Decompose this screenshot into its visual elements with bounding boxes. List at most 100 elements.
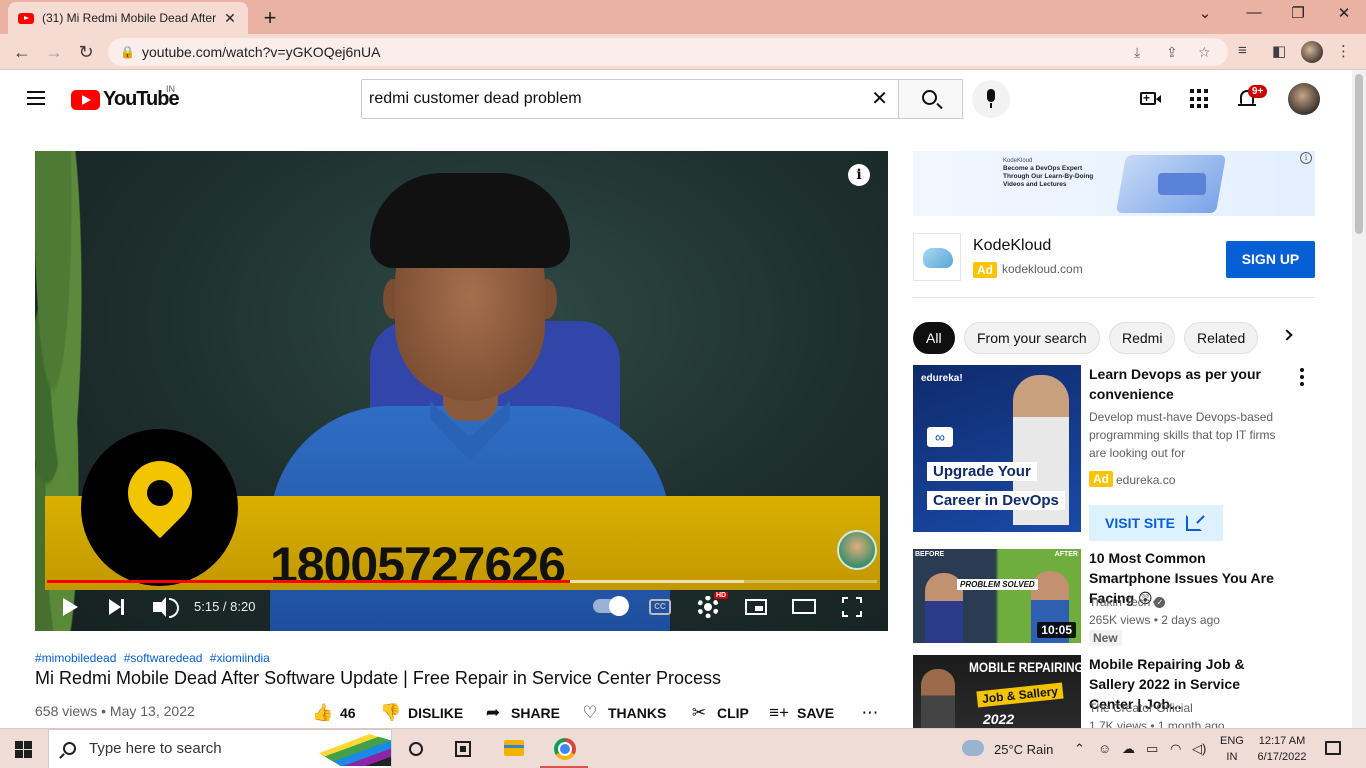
weather-rain-icon[interactable] bbox=[962, 740, 984, 756]
file-explorer-icon[interactable] bbox=[504, 740, 524, 756]
people-icon[interactable]: ☺ bbox=[1098, 741, 1111, 756]
apps-grid-icon[interactable] bbox=[1188, 87, 1212, 111]
lock-icon[interactable]: 🔒 bbox=[120, 38, 135, 66]
chrome-profile-avatar[interactable] bbox=[1301, 41, 1323, 63]
clock-time: 12:17 AM bbox=[1258, 735, 1306, 747]
sign-up-button[interactable]: SIGN UP bbox=[1226, 241, 1315, 278]
hashtag-link[interactable]: #mimobiledead bbox=[35, 651, 116, 665]
chip-related[interactable]: Related bbox=[1184, 322, 1259, 354]
wifi-icon[interactable]: ◠ bbox=[1170, 741, 1181, 757]
tab-close-icon[interactable]: ✕ bbox=[222, 10, 238, 27]
play-button[interactable] bbox=[63, 598, 78, 616]
minimize-button[interactable]: — bbox=[1240, 4, 1268, 21]
dislike-button[interactable]: 👎 DISLIKE bbox=[380, 703, 463, 723]
like-button[interactable]: 👍 46 bbox=[312, 703, 356, 723]
advertiser-name[interactable]: KodeKloud bbox=[973, 237, 1051, 255]
browser-tab-youtube[interactable]: (31) Mi Redmi Mobile Dead After ✕ bbox=[8, 2, 248, 34]
chip-from-your-search[interactable]: From your search bbox=[964, 322, 1100, 354]
thumbs-up-icon: 👍 bbox=[312, 703, 334, 722]
rec-title[interactable]: Learn Devops as per your convenience bbox=[1089, 364, 1279, 404]
theater-mode-button[interactable] bbox=[792, 599, 816, 614]
hamburger-menu-icon[interactable] bbox=[27, 91, 45, 105]
share-button[interactable]: ➦ SHARE bbox=[483, 703, 560, 723]
media-control-icon[interactable]: ≡ bbox=[1238, 42, 1247, 59]
back-button[interactable]: ← bbox=[10, 40, 34, 64]
advertiser-logo[interactable] bbox=[913, 233, 961, 281]
settings-gear-icon[interactable] bbox=[697, 596, 719, 618]
fullscreen-button[interactable] bbox=[842, 597, 862, 617]
windows-start-icon[interactable] bbox=[15, 741, 32, 758]
search-icon bbox=[922, 90, 937, 105]
presenter-hair bbox=[370, 173, 570, 268]
youtube-logo[interactable]: YouTube IN bbox=[71, 84, 180, 111]
youtube-account-avatar[interactable] bbox=[1288, 83, 1320, 115]
scissors-icon: ✂ bbox=[691, 703, 707, 722]
channel-name[interactable]: The Creator Official bbox=[1089, 701, 1193, 715]
thanks-button[interactable]: ♡ THANKS bbox=[580, 703, 666, 723]
rec-thumbnail[interactable]: edureka! ∞ Upgrade Your Career in DevOps bbox=[913, 365, 1081, 532]
taskbar-search-input[interactable]: Type here to search bbox=[48, 729, 392, 768]
rec-thumbnail[interactable]: BEFORE AFTER PROBLEM SOLVED 10:05 bbox=[913, 549, 1081, 643]
like-count: 46 bbox=[340, 705, 356, 721]
microphone-icon bbox=[987, 89, 995, 108]
clear-search-icon[interactable]: ✕ bbox=[871, 80, 888, 118]
forward-button[interactable]: → bbox=[42, 40, 66, 64]
search-button[interactable] bbox=[899, 79, 963, 119]
search-input[interactable]: redmi customer dead problem ✕ bbox=[361, 79, 899, 119]
rec-thumbnail[interactable]: MOBILE REPAIRING Job & Sallery 2022 bbox=[913, 655, 1081, 728]
chrome-taskbar-icon[interactable] bbox=[554, 738, 576, 760]
restore-button[interactable]: ❐ bbox=[1284, 4, 1312, 22]
install-icon[interactable]: ⤓ bbox=[1134, 38, 1140, 66]
visit-site-button[interactable]: VISIT SITE bbox=[1089, 505, 1223, 541]
address-bar[interactable]: 🔒 youtube.com/watch?v=yGKOQej6nUA ⤓ ⇪ ☆ bbox=[108, 38, 1228, 66]
chips-next-chevron-icon[interactable] bbox=[1281, 329, 1293, 341]
channel-watermark[interactable] bbox=[837, 530, 877, 570]
chip-redmi[interactable]: Redmi bbox=[1109, 322, 1176, 354]
speaker-icon[interactable]: ◁) bbox=[1192, 741, 1206, 757]
voice-search-button[interactable] bbox=[972, 80, 1010, 118]
info-icon[interactable]: i bbox=[848, 164, 870, 186]
chip-all[interactable]: All bbox=[913, 322, 955, 354]
weather-text[interactable]: 25°C Rain bbox=[994, 742, 1053, 757]
video-player[interactable]: 18005727626 i 5:15 / 8:20 CC HD bbox=[35, 151, 888, 631]
new-tab-button[interactable]: + bbox=[258, 5, 282, 31]
ad-banner-image[interactable]: KodeKloud Become a DevOps Expert Through… bbox=[913, 151, 1315, 216]
windows-taskbar: Type here to search 25°C Rain ⌃ ☺ ☁ ▭ ◠ … bbox=[0, 728, 1366, 768]
rec-meta: 1.7K views • 1 month ago bbox=[1089, 719, 1225, 728]
tab-search-chevron-icon[interactable]: ⌄ bbox=[1191, 4, 1219, 22]
hashtag-link[interactable]: #xiomiindia bbox=[210, 651, 270, 665]
bookmark-star-icon[interactable]: ☆ bbox=[1198, 38, 1211, 66]
create-video-icon[interactable]: + bbox=[1138, 87, 1162, 111]
miniplayer-button[interactable] bbox=[745, 599, 767, 615]
action-center-icon[interactable] bbox=[1325, 741, 1341, 755]
progress-bar[interactable] bbox=[47, 580, 877, 583]
ad-info-icon[interactable]: i bbox=[1300, 152, 1312, 164]
side-panel-icon[interactable]: ◧ bbox=[1272, 42, 1286, 60]
tray-chevron-icon[interactable]: ⌃ bbox=[1074, 741, 1085, 757]
onedrive-cloud-icon[interactable]: ☁ bbox=[1122, 741, 1135, 757]
system-clock[interactable]: 12:17 AM 6/17/2022 bbox=[1252, 733, 1312, 765]
chrome-menu-icon[interactable]: ⋮ bbox=[1336, 42, 1351, 60]
save-button[interactable]: ≡+ SAVE bbox=[769, 703, 834, 723]
clip-button[interactable]: ✂ CLIP bbox=[689, 703, 749, 723]
autoplay-toggle[interactable] bbox=[593, 596, 629, 616]
next-video-button[interactable] bbox=[109, 599, 124, 615]
task-view-icon[interactable] bbox=[455, 741, 471, 757]
cortana-icon[interactable] bbox=[409, 742, 423, 756]
rec-channel[interactable]: Trakin Tech ✓ bbox=[1089, 595, 1166, 609]
reload-button[interactable]: ↻ bbox=[74, 40, 98, 64]
language-indicator[interactable]: ENG IN bbox=[1220, 733, 1244, 765]
region-code: IN bbox=[1226, 751, 1238, 763]
share-page-icon[interactable]: ⇪ bbox=[1166, 38, 1178, 66]
volume-icon[interactable] bbox=[153, 597, 179, 618]
rec-meta: 265K views • 2 days ago bbox=[1089, 613, 1220, 627]
more-vert-icon[interactable] bbox=[1300, 368, 1304, 386]
progress-played bbox=[47, 580, 570, 583]
page-scrollbar[interactable] bbox=[1352, 70, 1366, 728]
captions-button[interactable]: CC bbox=[649, 599, 671, 615]
close-window-button[interactable]: ✕ bbox=[1330, 4, 1358, 22]
hashtag-link[interactable]: #softwaredead bbox=[124, 651, 203, 665]
scrollbar-thumb[interactable] bbox=[1355, 74, 1363, 234]
more-actions-button[interactable]: ⋯ bbox=[860, 703, 888, 723]
battery-icon[interactable]: ▭ bbox=[1146, 741, 1158, 757]
